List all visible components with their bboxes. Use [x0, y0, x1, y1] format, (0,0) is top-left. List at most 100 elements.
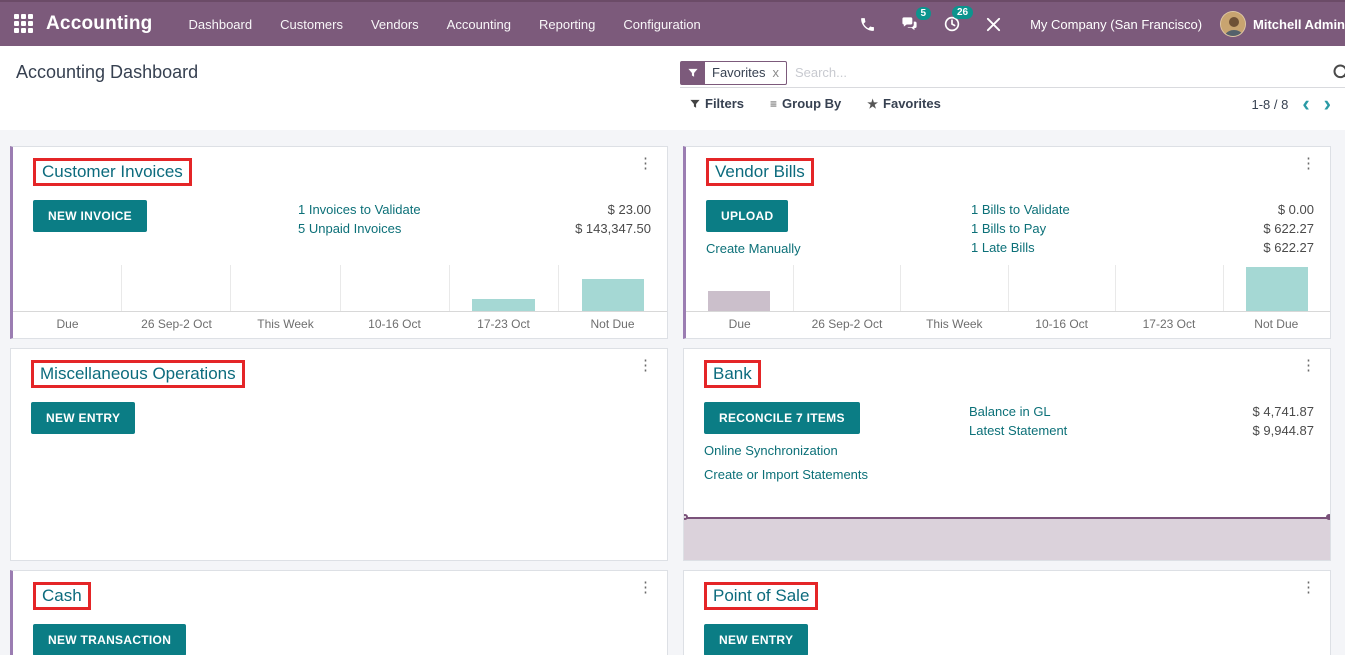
pager-next-icon[interactable]: › [1324, 96, 1331, 112]
online-synchronization-link[interactable]: Online Synchronization [704, 443, 969, 458]
chart-axis-label: 26 Sep-2 Oct [793, 317, 900, 331]
bills-to-pay-amount: $ 622.27 [1154, 219, 1314, 238]
kebab-menu-icon[interactable]: ⋮ [638, 359, 653, 373]
nav-item-vendors[interactable]: Vendors [357, 3, 433, 46]
activities-icon[interactable]: 26 [931, 15, 973, 33]
filters-label: Filters [705, 96, 744, 111]
chart-bar[interactable] [708, 291, 770, 311]
balance-in-gl-link[interactable]: Balance in GL [969, 402, 1154, 421]
chart-column [449, 265, 558, 311]
chart-column [1115, 265, 1223, 311]
group-by-button[interactable]: ≡ Group By [770, 96, 841, 111]
late-bills-link[interactable]: 1 Late Bills [971, 238, 1154, 257]
messages-badge: 5 [916, 7, 932, 20]
card-customer-invoices: Customer Invoices ⋮ NEW INVOICE 1 Invoic… [10, 146, 668, 339]
create-import-statements-link[interactable]: Create or Import Statements [704, 467, 969, 482]
chart-axis-label: 17-23 Oct [449, 317, 558, 331]
app-name[interactable]: Accounting [46, 13, 153, 35]
bank-balance-chart [684, 517, 1330, 560]
new-invoice-button[interactable]: NEW INVOICE [33, 200, 147, 232]
tools-icon[interactable] [973, 16, 1014, 33]
chart-column [793, 265, 901, 311]
user-menu[interactable]: Mitchell Admin [1220, 11, 1345, 37]
pager-prev-icon[interactable]: ‹ [1302, 96, 1309, 112]
late-bills-amount: $ 622.27 [1154, 238, 1314, 257]
card-title[interactable]: Miscellaneous Operations [40, 364, 236, 383]
kebab-menu-icon[interactable]: ⋮ [1301, 157, 1316, 171]
chart-column [900, 265, 1008, 311]
filters-button[interactable]: Filters [690, 96, 744, 111]
search-facet-label: Favorites [705, 62, 772, 84]
annotation-box: Vendor Bills [706, 158, 814, 186]
chart-point [1326, 514, 1331, 520]
chart-axis-label: Due [686, 317, 793, 331]
card-point-of-sale: Point of Sale ⋮ NEW ENTRY [683, 570, 1331, 655]
card-title[interactable]: Vendor Bills [715, 162, 805, 181]
annotation-box: Bank [704, 360, 761, 388]
chart-column [121, 265, 230, 311]
group-by-label: Group By [782, 96, 841, 111]
favorites-button[interactable]: ★ Favorites [867, 96, 941, 111]
chart-column [230, 265, 339, 311]
card-title[interactable]: Bank [713, 364, 752, 383]
pager-range: 1-8 / 8 [1251, 97, 1288, 112]
chart-axis-label: 10-16 Oct [340, 317, 449, 331]
reconcile-items-button[interactable]: RECONCILE 7 ITEMS [704, 402, 860, 434]
card-vendor-bills: Vendor Bills ⋮ UPLOAD Create Manually 1 … [683, 146, 1331, 339]
nav-item-accounting[interactable]: Accounting [433, 3, 525, 46]
bills-mini-chart: Due26 Sep-2 OctThis Week10-16 Oct17-23 O… [686, 265, 1330, 338]
breadcrumb[interactable]: Accounting Dashboard [16, 62, 198, 83]
create-manually-link[interactable]: Create Manually [706, 241, 971, 256]
unpaid-invoices-link[interactable]: 5 Unpaid Invoices [298, 219, 491, 238]
chart-axis-label: 17-23 Oct [1115, 317, 1222, 331]
unpaid-invoices-amount: $ 143,347.50 [491, 219, 651, 238]
chart-column [13, 265, 121, 311]
kebab-menu-icon[interactable]: ⋮ [1301, 581, 1316, 595]
new-entry-button[interactable]: NEW ENTRY [31, 402, 135, 434]
search-input[interactable] [795, 65, 1345, 80]
company-switcher[interactable]: My Company (San Francisco) [1030, 17, 1202, 32]
group-by-icon: ≡ [770, 97, 777, 111]
facet-remove-icon[interactable]: x [772, 62, 786, 84]
card-cash: Cash ⋮ NEW TRANSACTION [10, 570, 668, 655]
card-title[interactable]: Customer Invoices [42, 162, 183, 181]
kebab-menu-icon[interactable]: ⋮ [638, 157, 653, 171]
chart-axis-label: Not Due [1223, 317, 1330, 331]
nav-item-customers[interactable]: Customers [266, 3, 357, 46]
messages-icon[interactable]: 5 [888, 16, 931, 33]
apps-menu-icon[interactable] [14, 14, 34, 34]
nav-item-dashboard[interactable]: Dashboard [175, 3, 267, 46]
phone-icon[interactable] [847, 16, 888, 33]
new-transaction-button[interactable]: NEW TRANSACTION [33, 624, 186, 655]
user-name: Mitchell Admin [1253, 17, 1345, 32]
new-entry-button[interactable]: NEW ENTRY [704, 624, 808, 655]
annotation-box: Point of Sale [704, 582, 818, 610]
bills-to-pay-link[interactable]: 1 Bills to Pay [971, 219, 1154, 238]
activities-badge: 26 [952, 6, 973, 19]
kebab-menu-icon[interactable]: ⋮ [1301, 359, 1316, 373]
nav-item-configuration[interactable]: Configuration [609, 3, 714, 46]
chart-axis-label: Not Due [558, 317, 667, 331]
kebab-menu-icon[interactable]: ⋮ [638, 581, 653, 595]
invoices-to-validate-link[interactable]: 1 Invoices to Validate [298, 200, 491, 219]
chart-bar[interactable] [582, 279, 645, 311]
chart-axis-label: 26 Sep-2 Oct [122, 317, 231, 331]
bills-to-validate-link[interactable]: 1 Bills to Validate [971, 200, 1154, 219]
chart-bar[interactable] [1246, 267, 1308, 311]
chart-bar[interactable] [472, 299, 535, 311]
chart-column [558, 265, 667, 311]
star-icon: ★ [867, 97, 878, 111]
search-icon[interactable] [1332, 63, 1345, 88]
card-miscellaneous-operations: Miscellaneous Operations ⋮ NEW ENTRY [10, 348, 668, 561]
search-bar[interactable]: Favorites x [680, 58, 1345, 88]
nav-item-reporting[interactable]: Reporting [525, 3, 609, 46]
upload-button[interactable]: UPLOAD [706, 200, 788, 232]
chart-axis-label: This Week [231, 317, 340, 331]
chart-column [686, 265, 793, 311]
user-avatar [1220, 11, 1246, 37]
latest-statement-link[interactable]: Latest Statement [969, 421, 1154, 440]
invoices-mini-chart: Due26 Sep-2 OctThis Week10-16 Oct17-23 O… [13, 265, 667, 338]
card-title[interactable]: Point of Sale [713, 586, 809, 605]
card-title[interactable]: Cash [42, 586, 82, 605]
bills-to-validate-amount: $ 0.00 [1154, 200, 1314, 219]
